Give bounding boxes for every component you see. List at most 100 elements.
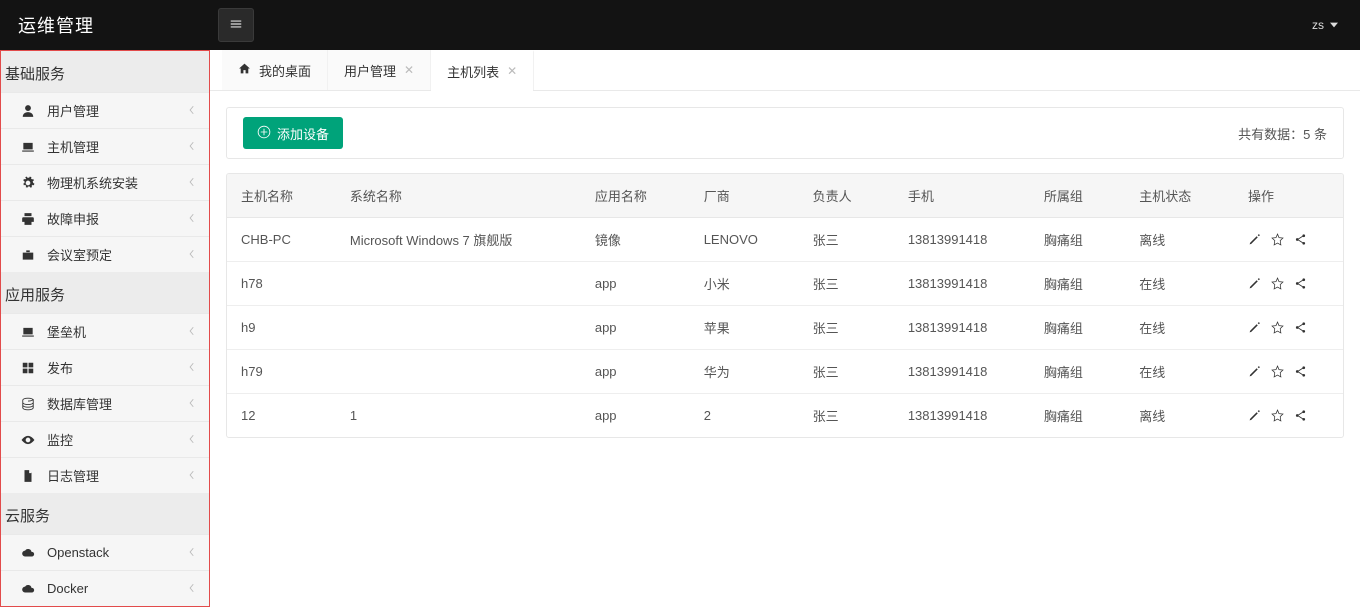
cell-host: 12 bbox=[227, 394, 336, 437]
sidebar-group-title: 云服务 bbox=[1, 493, 209, 534]
share-icon bbox=[1294, 277, 1307, 290]
sidebar-item[interactable]: 物理机系统安装 bbox=[1, 164, 209, 200]
star-icon bbox=[1271, 321, 1284, 334]
laptop-icon bbox=[19, 325, 37, 339]
column-header: 所属组 bbox=[1030, 174, 1125, 218]
cell-vendor: 小米 bbox=[690, 262, 799, 306]
share-button[interactable] bbox=[1294, 409, 1307, 422]
sidebar-item[interactable]: 会议室预定 bbox=[1, 236, 209, 272]
chevron-left-icon bbox=[187, 175, 197, 190]
share-icon bbox=[1294, 233, 1307, 246]
share-button[interactable] bbox=[1294, 233, 1307, 246]
chevron-left-icon bbox=[187, 545, 197, 560]
pencil-icon bbox=[1248, 365, 1261, 378]
cell-status: 在线 bbox=[1125, 306, 1234, 350]
cell-vendor: LENOVO bbox=[690, 218, 799, 262]
cell-status: 在线 bbox=[1125, 262, 1234, 306]
sidebar-item-label: 用户管理 bbox=[47, 101, 187, 120]
sidebar-item[interactable]: 日志管理 bbox=[1, 457, 209, 493]
column-header: 手机 bbox=[894, 174, 1030, 218]
share-icon bbox=[1294, 321, 1307, 334]
sidebar-item[interactable]: 数据库管理 bbox=[1, 385, 209, 421]
cell-status: 在线 bbox=[1125, 350, 1234, 394]
pencil-icon bbox=[1248, 233, 1261, 246]
sidebar-item[interactable]: 故障申报 bbox=[1, 200, 209, 236]
star-icon bbox=[1271, 233, 1284, 246]
share-button[interactable] bbox=[1294, 365, 1307, 378]
cell-owner: 张三 bbox=[799, 394, 894, 437]
sidebar-item-label: Docker bbox=[47, 581, 187, 596]
table-row: 121app2张三13813991418胸痛组离线 bbox=[227, 394, 1343, 437]
chevron-left-icon bbox=[187, 247, 197, 262]
edit-button[interactable] bbox=[1248, 365, 1261, 378]
brand-title: 运维管理 bbox=[0, 12, 210, 38]
favorite-button[interactable] bbox=[1271, 321, 1284, 334]
cell-app: app bbox=[581, 306, 690, 350]
star-icon bbox=[1271, 277, 1284, 290]
tab[interactable]: 用户管理 ✕ bbox=[328, 50, 431, 90]
table-row: h78app小米张三13813991418胸痛组在线 bbox=[227, 262, 1343, 306]
sidebar-item[interactable]: Docker bbox=[1, 570, 209, 606]
host-table: 主机名称系统名称应用名称厂商负责人手机所属组主机状态操作 CHB-PCMicro… bbox=[226, 173, 1344, 438]
sidebar-item[interactable]: 用户管理 bbox=[1, 92, 209, 128]
favorite-button[interactable] bbox=[1271, 233, 1284, 246]
cell-phone: 13813991418 bbox=[894, 262, 1030, 306]
cell-owner: 张三 bbox=[799, 262, 894, 306]
cell-status: 离线 bbox=[1125, 218, 1234, 262]
column-header: 主机状态 bbox=[1125, 174, 1234, 218]
cell-owner: 张三 bbox=[799, 218, 894, 262]
edit-button[interactable] bbox=[1248, 409, 1261, 422]
cell-host: CHB-PC bbox=[227, 218, 336, 262]
edit-button[interactable] bbox=[1248, 277, 1261, 290]
db-icon bbox=[19, 397, 37, 411]
cell-ops bbox=[1234, 350, 1343, 394]
sidebar-item[interactable]: 发布 bbox=[1, 349, 209, 385]
content: 我的桌面用户管理✕主机列表✕ 添加设备 共有数据：5 条 主机名称系统名称应用名… bbox=[210, 50, 1360, 607]
page: 添加设备 共有数据：5 条 主机名称系统名称应用名称厂商负责人手机所属组主机状态… bbox=[210, 91, 1360, 454]
column-header: 负责人 bbox=[799, 174, 894, 218]
cell-host: h78 bbox=[227, 262, 336, 306]
sidebar-item[interactable]: 堡垒机 bbox=[1, 313, 209, 349]
add-device-button[interactable]: 添加设备 bbox=[243, 117, 343, 149]
plus-circle-icon bbox=[257, 125, 271, 142]
grid-icon bbox=[19, 361, 37, 375]
sidebar: 基础服务用户管理主机管理物理机系统安装故障申报会议室预定应用服务堡垒机发布数据库… bbox=[0, 50, 210, 607]
chevron-left-icon bbox=[187, 360, 197, 375]
cell-group: 胸痛组 bbox=[1030, 218, 1125, 262]
cell-os bbox=[336, 350, 581, 394]
cell-vendor: 华为 bbox=[690, 350, 799, 394]
edit-button[interactable] bbox=[1248, 233, 1261, 246]
tab-label: 我的桌面 bbox=[259, 61, 311, 80]
tab[interactable]: 我的桌面 bbox=[222, 50, 328, 90]
sidebar-item[interactable]: 监控 bbox=[1, 421, 209, 457]
sidebar-toggle-button[interactable] bbox=[218, 8, 254, 42]
tab[interactable]: 主机列表✕ bbox=[431, 50, 534, 90]
chevron-left-icon bbox=[187, 396, 197, 411]
close-icon[interactable]: ✕ bbox=[507, 64, 517, 78]
cell-vendor: 苹果 bbox=[690, 306, 799, 350]
cell-vendor: 2 bbox=[690, 394, 799, 437]
sidebar-item-label: Openstack bbox=[47, 545, 187, 560]
cell-phone: 13813991418 bbox=[894, 218, 1030, 262]
cell-ops bbox=[1234, 218, 1343, 262]
chevron-left-icon bbox=[187, 324, 197, 339]
cell-owner: 张三 bbox=[799, 306, 894, 350]
share-button[interactable] bbox=[1294, 277, 1307, 290]
close-icon[interactable]: ✕ bbox=[404, 63, 414, 77]
cell-app: app bbox=[581, 262, 690, 306]
tab-label: 用户管理 bbox=[344, 61, 396, 80]
brief-icon bbox=[19, 248, 37, 262]
cell-app: app bbox=[581, 394, 690, 437]
cell-owner: 张三 bbox=[799, 350, 894, 394]
sidebar-item[interactable]: 主机管理 bbox=[1, 128, 209, 164]
cell-ops bbox=[1234, 262, 1343, 306]
tab-bar: 我的桌面用户管理✕主机列表✕ bbox=[210, 50, 1360, 91]
home-icon bbox=[238, 62, 251, 78]
favorite-button[interactable] bbox=[1271, 365, 1284, 378]
favorite-button[interactable] bbox=[1271, 277, 1284, 290]
sidebar-item[interactable]: Openstack bbox=[1, 534, 209, 570]
share-button[interactable] bbox=[1294, 321, 1307, 334]
favorite-button[interactable] bbox=[1271, 409, 1284, 422]
user-menu[interactable]: zs bbox=[1312, 18, 1360, 32]
edit-button[interactable] bbox=[1248, 321, 1261, 334]
